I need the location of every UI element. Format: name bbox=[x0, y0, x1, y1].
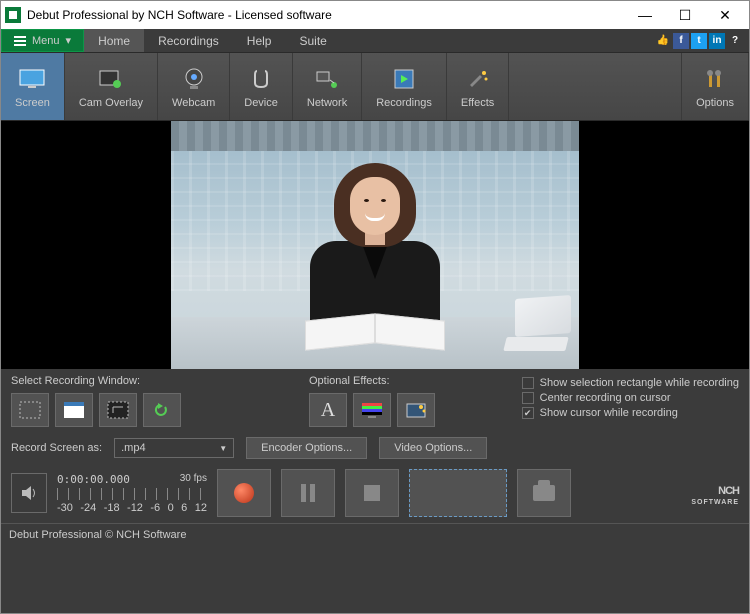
checkbox-section: Show selection rectangle while recording… bbox=[522, 375, 739, 427]
device-icon bbox=[247, 65, 275, 93]
tab-help[interactable]: Help bbox=[233, 29, 286, 52]
recording-window-section: Select Recording Window: bbox=[11, 375, 181, 427]
webcam-icon bbox=[180, 65, 208, 93]
recording-window-label: Select Recording Window: bbox=[11, 375, 181, 387]
help-icon[interactable]: ? bbox=[727, 33, 743, 49]
maximize-button[interactable]: ☐ bbox=[665, 2, 705, 28]
toolbar-cam-overlay[interactable]: Cam Overlay bbox=[65, 53, 158, 120]
app-icon bbox=[5, 7, 21, 23]
toolbar-webcam[interactable]: Webcam bbox=[158, 53, 230, 120]
menu-button[interactable]: Menu ▾ bbox=[1, 29, 84, 52]
window-mode-fullscreen[interactable] bbox=[11, 393, 49, 427]
record-icon bbox=[234, 483, 254, 503]
time-ruler[interactable] bbox=[57, 488, 207, 500]
chk-center-cursor[interactable]: Center recording on cursor bbox=[522, 392, 739, 404]
tab-recordings[interactable]: Recordings bbox=[144, 29, 233, 52]
options-panel: Select Recording Window: Optional Effect… bbox=[1, 369, 749, 433]
record-button[interactable] bbox=[217, 469, 271, 517]
social-icons: 👍 f t in ? bbox=[655, 29, 749, 52]
toolbar-screen[interactable]: Screen bbox=[1, 53, 65, 120]
time-block: 0:00:00.000 30 fps -30-24-18-12-60612 bbox=[57, 473, 207, 514]
network-icon bbox=[313, 65, 341, 93]
window-mode-restore[interactable] bbox=[143, 393, 181, 427]
ruler-labels: -30-24-18-12-60612 bbox=[57, 502, 207, 514]
toolbar: Screen Cam Overlay Webcam Device Network… bbox=[1, 53, 749, 121]
pause-icon bbox=[301, 484, 315, 502]
preview-area bbox=[1, 121, 749, 369]
stop-icon bbox=[364, 485, 380, 501]
close-button[interactable]: ✕ bbox=[705, 2, 745, 28]
controls-row: 0:00:00.000 30 fps -30-24-18-12-60612 NC… bbox=[1, 463, 749, 523]
menu-label: Menu bbox=[32, 35, 60, 47]
camera-icon bbox=[533, 485, 555, 501]
chevron-down-icon: ▼ bbox=[219, 444, 227, 453]
toolbar-device[interactable]: Device bbox=[230, 53, 293, 120]
toolbar-recordings[interactable]: Recordings bbox=[362, 53, 447, 120]
nch-logo: NCHSOFTWARE bbox=[691, 481, 739, 506]
format-select[interactable]: .mp4 ▼ bbox=[114, 438, 234, 458]
tabs-container: Home Recordings Help Suite bbox=[84, 29, 341, 52]
twitter-icon[interactable]: t bbox=[691, 33, 707, 49]
window-mode-region[interactable] bbox=[99, 393, 137, 427]
tab-suite[interactable]: Suite bbox=[285, 29, 340, 52]
facebook-icon[interactable]: f bbox=[673, 33, 689, 49]
hamburger-icon bbox=[14, 36, 26, 46]
encoder-options-button[interactable]: Encoder Options... bbox=[246, 437, 367, 459]
menu-arrow-icon: ▾ bbox=[66, 34, 72, 47]
status-bar: Debut Professional © NCH Software bbox=[1, 523, 749, 545]
stop-button[interactable] bbox=[345, 469, 399, 517]
window-mode-window[interactable] bbox=[55, 393, 93, 427]
snapshot-button[interactable] bbox=[517, 469, 571, 517]
toolbar-effects[interactable]: Effects bbox=[447, 53, 509, 120]
tab-home[interactable]: Home bbox=[84, 29, 144, 52]
record-as-label: Record Screen as: bbox=[11, 442, 102, 454]
format-value: .mp4 bbox=[121, 442, 145, 454]
effect-color[interactable] bbox=[353, 393, 391, 427]
options-icon bbox=[701, 65, 729, 93]
linkedin-icon[interactable]: in bbox=[709, 33, 725, 49]
effect-filter[interactable] bbox=[397, 393, 435, 427]
title-bar: Debut Professional by NCH Software - Lic… bbox=[1, 1, 749, 29]
effect-text[interactable]: A bbox=[309, 393, 347, 427]
effects-icon bbox=[464, 65, 492, 93]
speaker-button[interactable] bbox=[11, 473, 47, 513]
video-options-button[interactable]: Video Options... bbox=[379, 437, 487, 459]
menu-bar: Menu ▾ Home Recordings Help Suite 👍 f t … bbox=[1, 29, 749, 53]
status-text: Debut Professional © NCH Software bbox=[9, 529, 186, 541]
like-icon[interactable]: 👍 bbox=[655, 33, 671, 49]
effects-section: Optional Effects: A bbox=[309, 375, 435, 427]
cam-overlay-icon bbox=[97, 65, 125, 93]
preview-image bbox=[171, 121, 579, 369]
screen-icon bbox=[18, 65, 46, 93]
chk-show-cursor[interactable]: ✔Show cursor while recording bbox=[522, 407, 739, 419]
minimize-button[interactable]: — bbox=[625, 2, 665, 28]
fps-label: 30 fps bbox=[180, 473, 207, 486]
toolbar-options[interactable]: Options bbox=[681, 53, 749, 120]
toolbar-network[interactable]: Network bbox=[293, 53, 362, 120]
chk-selection-rectangle[interactable]: Show selection rectangle while recording bbox=[522, 377, 739, 389]
capture-area-button[interactable] bbox=[409, 469, 507, 517]
window-title: Debut Professional by NCH Software - Lic… bbox=[27, 8, 625, 22]
pause-button[interactable] bbox=[281, 469, 335, 517]
record-as-row: Record Screen as: .mp4 ▼ Encoder Options… bbox=[1, 433, 749, 463]
timecode: 0:00:00.000 bbox=[57, 473, 130, 486]
recordings-icon bbox=[390, 65, 418, 93]
effects-label: Optional Effects: bbox=[309, 375, 435, 387]
